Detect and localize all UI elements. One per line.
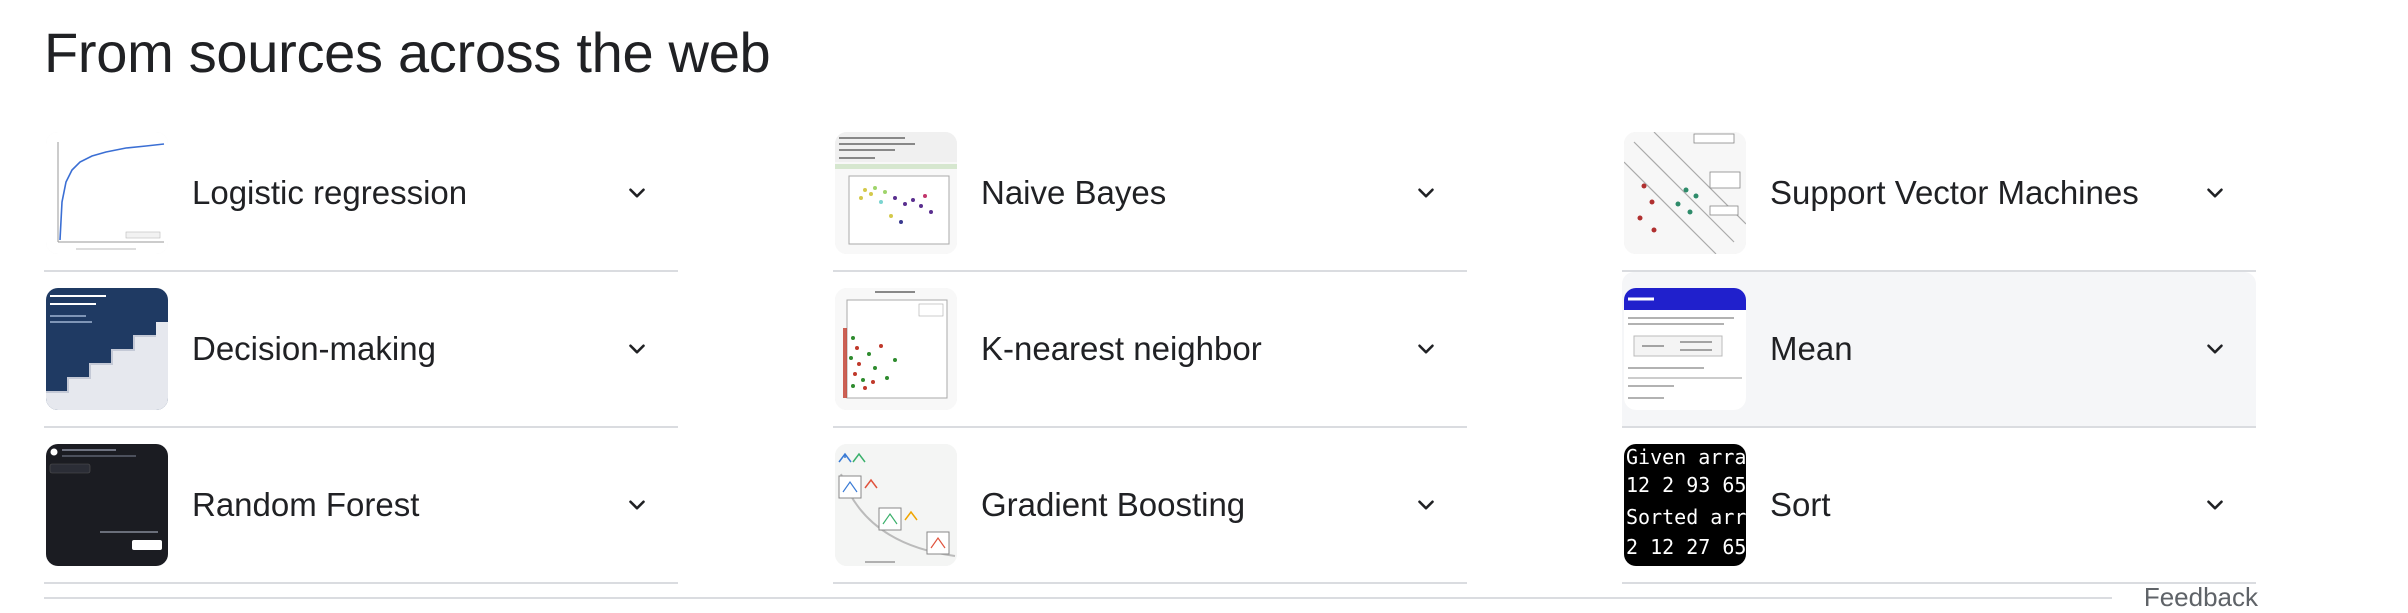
chevron-down-icon[interactable] — [1409, 488, 1443, 522]
dark-app-screenshot-thumbnail — [46, 444, 168, 566]
results-grid: Logistic regression Naive Bayes Support … — [44, 116, 2256, 584]
result-item-label: Naive Bayes — [981, 174, 1167, 211]
chevron-down-icon[interactable] — [2198, 332, 2232, 366]
chevron-down-icon[interactable] — [620, 176, 654, 210]
terminal-line: Sorted arr — [1626, 505, 1746, 529]
svm-diagram-thumbnail — [1624, 132, 1746, 254]
result-item-decision-making[interactable]: Decision-making — [44, 272, 678, 428]
terminal-line: 12 2 93 65 — [1626, 473, 1746, 497]
chevron-down-icon[interactable] — [1409, 176, 1443, 210]
result-item-label: Mean — [1770, 330, 1853, 367]
result-item-gradient-boosting[interactable]: Gradient Boosting — [833, 428, 1467, 584]
decision-staircase-thumbnail — [46, 288, 168, 410]
chevron-down-icon[interactable] — [1409, 332, 1443, 366]
result-item-label: Logistic regression — [192, 174, 468, 211]
knn-scatter-thumbnail — [835, 288, 957, 410]
result-item-support-vector-machines[interactable]: Support Vector Machines — [1622, 116, 2256, 272]
result-item-logistic-regression[interactable]: Logistic regression — [44, 116, 678, 272]
result-item-label: Sort — [1770, 486, 1831, 523]
mean-formula-thumbnail — [1624, 288, 1746, 410]
boosting-diagram-thumbnail — [835, 444, 957, 566]
result-item-sort[interactable]: Given arra 12 2 93 65 Sorted arr 2 12 27… — [1622, 428, 2256, 584]
terminal-line: Given arra — [1626, 445, 1746, 469]
chevron-down-icon[interactable] — [620, 488, 654, 522]
roc-curve-chart-thumbnail — [46, 132, 168, 254]
terminal-line: 2 12 27 65 — [1626, 535, 1746, 559]
chevron-down-icon[interactable] — [620, 332, 654, 366]
chevron-down-icon[interactable] — [2198, 176, 2232, 210]
result-item-label: Decision-making — [192, 330, 436, 367]
result-item-label: K-nearest neighbor — [981, 330, 1262, 367]
scatter-plot-code-thumbnail — [835, 132, 957, 254]
result-item-label: Random Forest — [192, 486, 420, 523]
result-item-label: Gradient Boosting — [981, 486, 1246, 523]
feedback-link[interactable]: Feedback — [2144, 582, 2258, 613]
result-item-k-nearest-neighbor[interactable]: K-nearest neighbor — [833, 272, 1467, 428]
result-item-label: Support Vector Machines — [1770, 174, 2139, 211]
section-heading: From sources across the web — [44, 21, 771, 84]
footer-divider — [44, 597, 2112, 599]
result-item-random-forest[interactable]: Random Forest — [44, 428, 678, 584]
result-item-naive-bayes[interactable]: Naive Bayes — [833, 116, 1467, 272]
chevron-down-icon[interactable] — [2198, 488, 2232, 522]
result-item-mean[interactable]: Mean — [1622, 272, 2256, 428]
terminal-output-thumbnail: Given arra 12 2 93 65 Sorted arr 2 12 27… — [1624, 444, 1746, 566]
